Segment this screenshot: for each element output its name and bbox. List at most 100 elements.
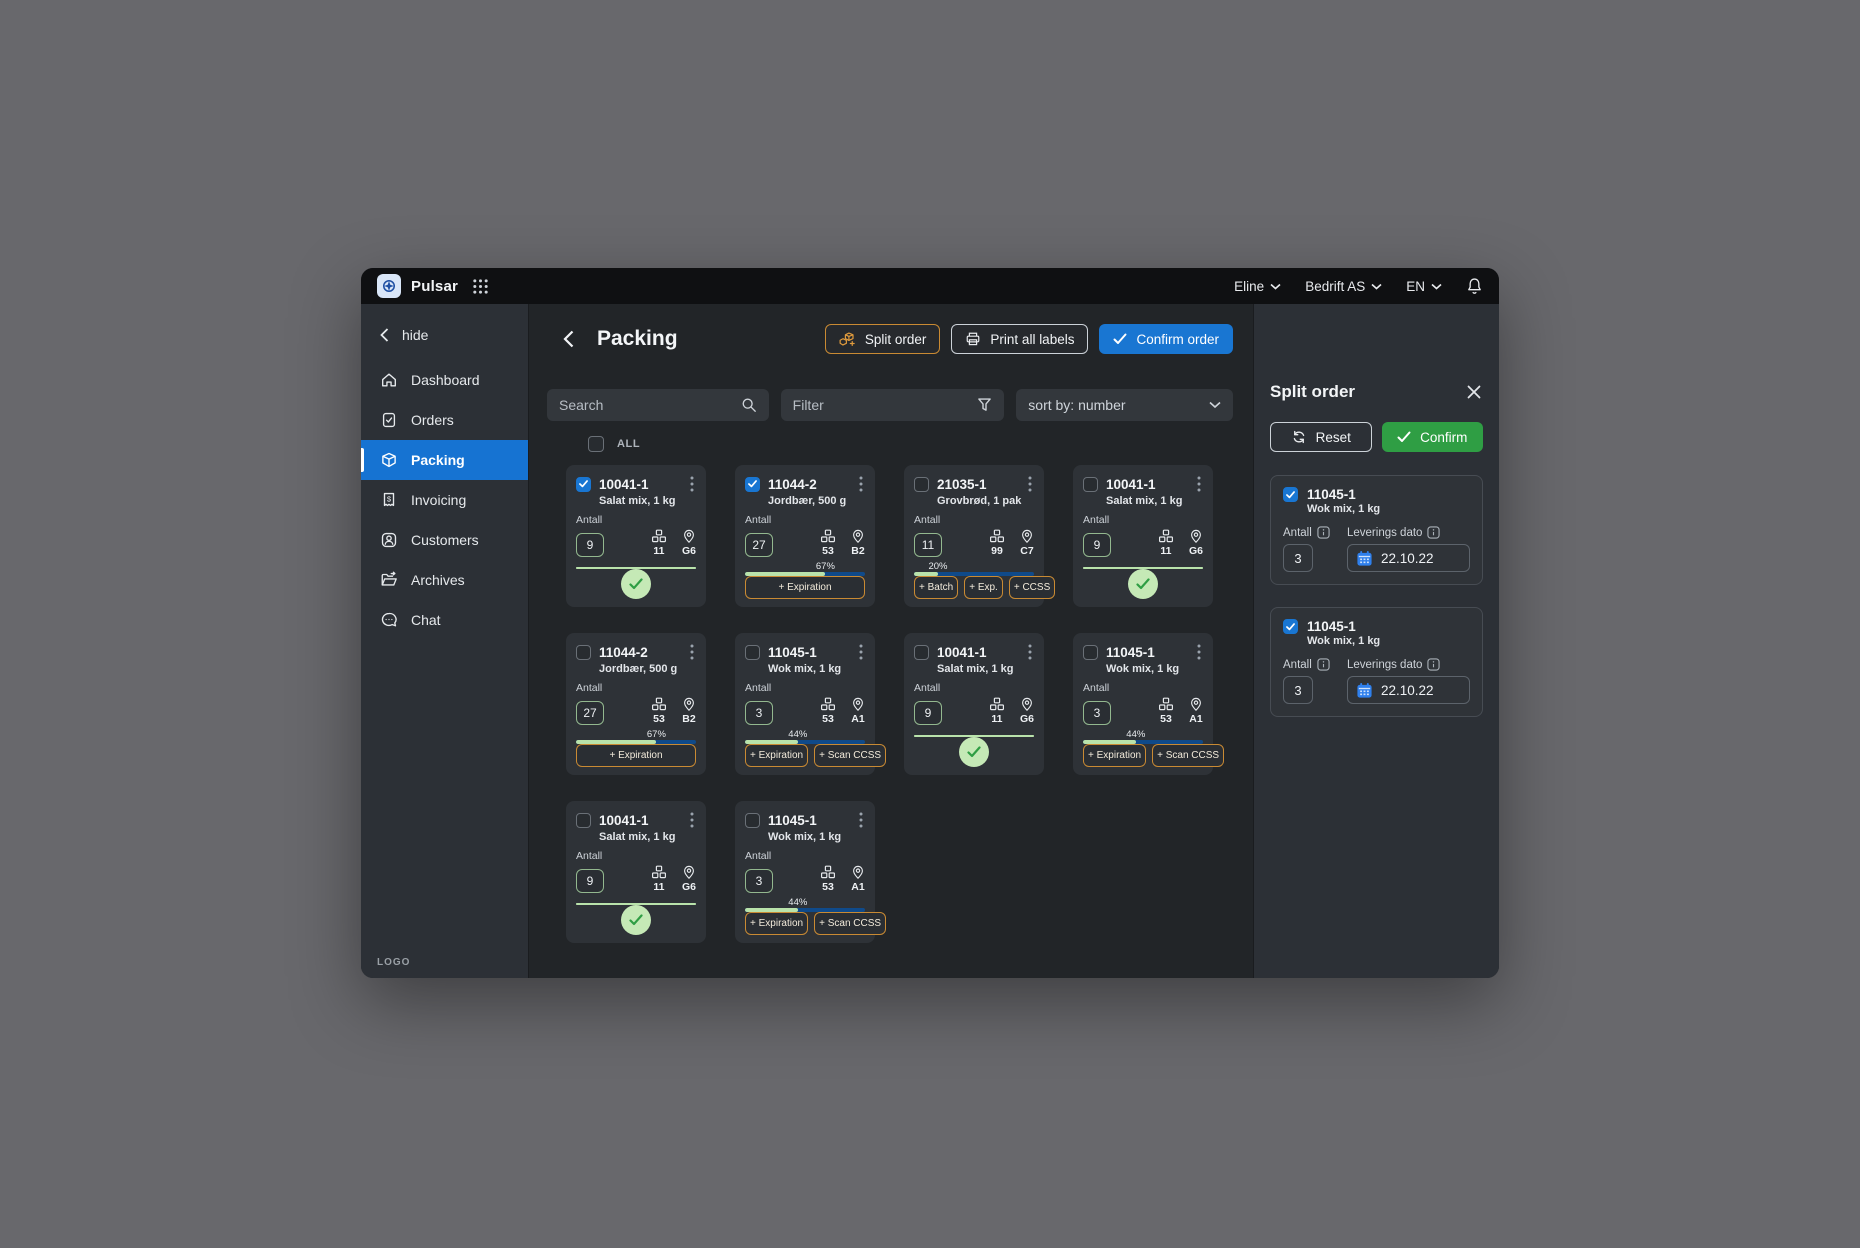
card-action-button[interactable]: + Scan CCSS xyxy=(1152,744,1225,767)
confirm-order-label: Confirm order xyxy=(1136,331,1219,347)
antall-input[interactable]: 3 xyxy=(745,701,773,725)
company-menu[interactable]: Bedrift AS xyxy=(1305,279,1382,294)
sidebar-item-customers[interactable]: Customers xyxy=(361,520,528,560)
card-action-buttons: + Expiration xyxy=(745,576,865,599)
location-stat: G6 xyxy=(1020,697,1034,725)
split-item-id: 11045-1 xyxy=(1307,619,1356,634)
antall-input[interactable]: 27 xyxy=(745,533,773,557)
location-value: A1 xyxy=(851,713,865,725)
antall-label: Antall xyxy=(745,514,772,526)
kebab-menu-icon[interactable] xyxy=(688,642,696,662)
units-stat: 53 xyxy=(1158,697,1174,725)
split-antall-input[interactable]: 3 xyxy=(1283,544,1313,572)
orders-icon xyxy=(382,412,396,428)
order-checkbox[interactable] xyxy=(914,644,929,660)
user-menu-label: Eline xyxy=(1234,278,1265,294)
sidebar-item-archives[interactable]: Archives xyxy=(361,560,528,600)
kebab-menu-icon[interactable] xyxy=(857,474,865,494)
split-antall-input[interactable]: 3 xyxy=(1283,676,1313,704)
units-value: 53 xyxy=(822,881,834,893)
antall-input[interactable]: 3 xyxy=(745,869,773,893)
antall-input[interactable]: 11 xyxy=(914,533,942,557)
sort-dropdown[interactable]: sort by: number xyxy=(1016,389,1233,421)
back-button[interactable] xyxy=(555,326,581,352)
leverings-dato-label-row: Leverings dato xyxy=(1347,658,1441,671)
antall-input[interactable]: 27 xyxy=(576,701,604,725)
split-item-checkbox[interactable] xyxy=(1283,487,1298,502)
apps-grid-icon[interactable] xyxy=(472,278,489,295)
language-menu[interactable]: EN xyxy=(1406,279,1442,294)
split-item-checkbox[interactable] xyxy=(1283,619,1298,634)
sidebar-collapse-button[interactable]: hide xyxy=(361,318,528,352)
order-card-header: 11044-2 xyxy=(745,474,865,494)
filter-input[interactable]: Filter xyxy=(780,389,1005,421)
sidebar-item-packing[interactable]: Packing xyxy=(361,440,528,480)
card-action-button[interactable]: + Scan CCSS xyxy=(814,744,887,767)
antall-input[interactable]: 9 xyxy=(1083,533,1111,557)
date-input[interactable]: 22.10.22 xyxy=(1347,676,1470,704)
antall-input[interactable]: 9 xyxy=(576,533,604,557)
reset-button[interactable]: Reset xyxy=(1270,422,1372,452)
kebab-menu-icon[interactable] xyxy=(1195,474,1203,494)
card-action-button[interactable]: + Scan CCSS xyxy=(814,912,887,935)
date-input[interactable]: 22.10.22 xyxy=(1347,544,1470,572)
order-checkbox[interactable] xyxy=(1083,644,1098,660)
kebab-menu-icon[interactable] xyxy=(688,474,696,494)
close-icon[interactable] xyxy=(1465,383,1483,401)
sidebar-item-invoicing[interactable]: $ Invoicing xyxy=(361,480,528,520)
kebab-menu-icon[interactable] xyxy=(1026,474,1034,494)
info-icon xyxy=(1317,526,1330,539)
order-checkbox[interactable] xyxy=(576,812,591,828)
split-order-icon xyxy=(839,331,855,346)
order-checkbox[interactable] xyxy=(576,644,591,660)
print-all-labels-label: Print all labels xyxy=(990,331,1075,347)
confirm-split-button[interactable]: Confirm xyxy=(1381,422,1483,452)
order-checkbox[interactable] xyxy=(745,476,760,492)
order-checkbox[interactable] xyxy=(914,476,929,492)
sidebar-item-orders[interactable]: Orders xyxy=(361,400,528,440)
units-stat: 99 xyxy=(989,529,1005,557)
order-card: 10041-1 Salat mix, 1 kg Antall 9 11 G6 xyxy=(566,465,706,607)
split-order-button[interactable]: Split order xyxy=(824,324,941,354)
antall-input[interactable]: 9 xyxy=(914,701,942,725)
sidebar-item-chat[interactable]: Chat xyxy=(361,600,528,640)
card-action-button[interactable]: + Expiration xyxy=(1083,744,1147,767)
user-menu[interactable]: Eline xyxy=(1234,279,1281,294)
confirm-order-button[interactable]: Confirm order xyxy=(1099,324,1233,354)
card-action-button[interactable]: + Expiration xyxy=(576,744,696,767)
order-checkbox[interactable] xyxy=(745,644,760,660)
order-card-middle: 9 11 G6 xyxy=(576,865,696,893)
kebab-menu-icon[interactable] xyxy=(1026,642,1034,662)
kebab-menu-icon[interactable] xyxy=(688,810,696,830)
select-all-checkbox[interactable] xyxy=(588,436,604,452)
printer-icon xyxy=(967,332,980,346)
sidebar-item-dashboard[interactable]: Dashboard xyxy=(361,360,528,400)
kebab-menu-icon[interactable] xyxy=(857,810,865,830)
order-checkbox[interactable] xyxy=(1083,476,1098,492)
antall-input[interactable]: 9 xyxy=(576,869,604,893)
card-action-button[interactable]: + CCSS xyxy=(1008,576,1056,599)
progress-percent-row: 44% xyxy=(745,897,865,908)
antall-input[interactable]: 3 xyxy=(1083,701,1111,725)
card-action-button[interactable]: + Batch xyxy=(914,576,959,599)
location-value: C7 xyxy=(1020,545,1034,557)
antall-label: Antall xyxy=(1083,514,1110,526)
order-subtitle: Salat mix, 1 kg xyxy=(599,831,676,843)
units-value: 11 xyxy=(1160,545,1172,557)
notifications-bell-icon[interactable] xyxy=(1466,277,1483,295)
order-checkbox[interactable] xyxy=(745,812,760,828)
order-card: 21035-1 Grovbrød, 1 pak Antall 11 99 C7 … xyxy=(904,465,1056,607)
card-action-button[interactable]: + Expiration xyxy=(745,744,809,767)
print-all-labels-button[interactable]: Print all labels xyxy=(951,324,1089,354)
card-action-button[interactable]: + Expiration xyxy=(745,912,809,935)
kebab-menu-icon[interactable] xyxy=(857,642,865,662)
kebab-menu-icon[interactable] xyxy=(1195,642,1203,662)
units-stat: 53 xyxy=(820,529,836,557)
search-input[interactable]: Search xyxy=(547,389,769,421)
progress-percent-row: 20% xyxy=(914,561,1034,572)
card-action-button[interactable]: + Exp. xyxy=(964,576,1003,599)
leverings-dato-label-row: Leverings dato xyxy=(1347,526,1441,539)
card-action-button[interactable]: + Expiration xyxy=(745,576,865,599)
order-checkbox[interactable] xyxy=(576,476,591,492)
order-card-middle: 9 11 G6 xyxy=(914,697,1034,725)
